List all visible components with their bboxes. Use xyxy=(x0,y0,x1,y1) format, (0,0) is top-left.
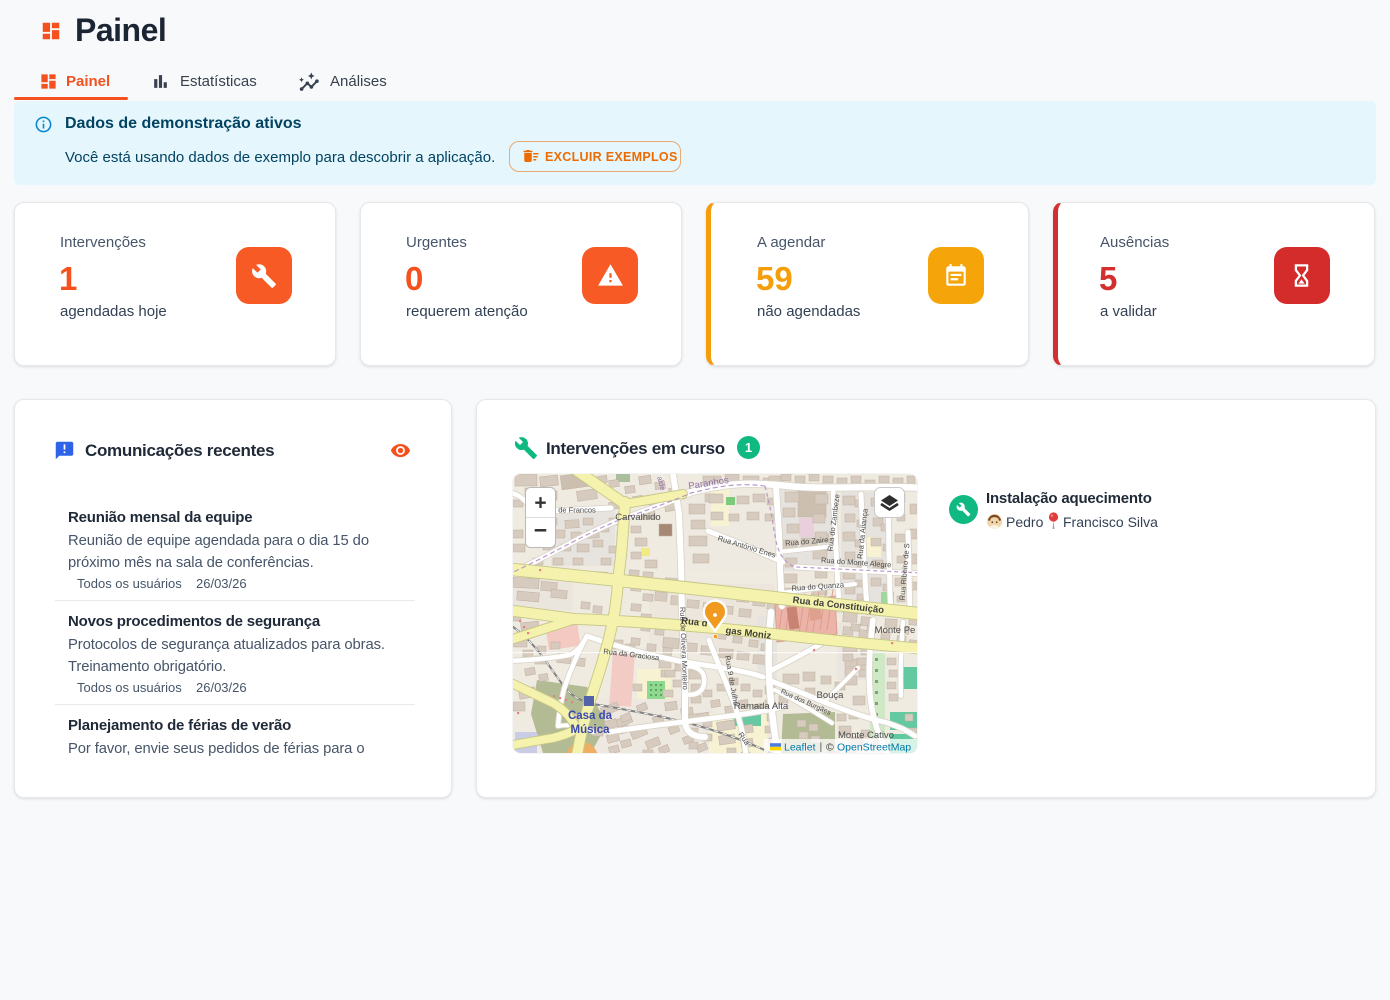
svg-text:de Francos: de Francos xyxy=(558,506,596,515)
svg-text:+: + xyxy=(534,492,546,515)
svg-text:OpenStreetMap: OpenStreetMap xyxy=(837,742,911,754)
svg-text:©: © xyxy=(826,742,834,754)
svg-text:Ramada Alta: Ramada Alta xyxy=(734,701,789,712)
svg-text:Leaflet: Leaflet xyxy=(784,742,816,754)
svg-text:Bouça: Bouça xyxy=(817,690,845,701)
svg-text:Monte Pe: Monte Pe xyxy=(875,625,916,636)
svg-text:−: − xyxy=(534,517,547,543)
svg-text:Casa da: Casa da xyxy=(568,710,613,722)
svg-text:Carvalhido: Carvalhido xyxy=(615,512,660,523)
svg-text:|: | xyxy=(820,741,823,753)
svg-text:Música: Música xyxy=(571,724,611,736)
